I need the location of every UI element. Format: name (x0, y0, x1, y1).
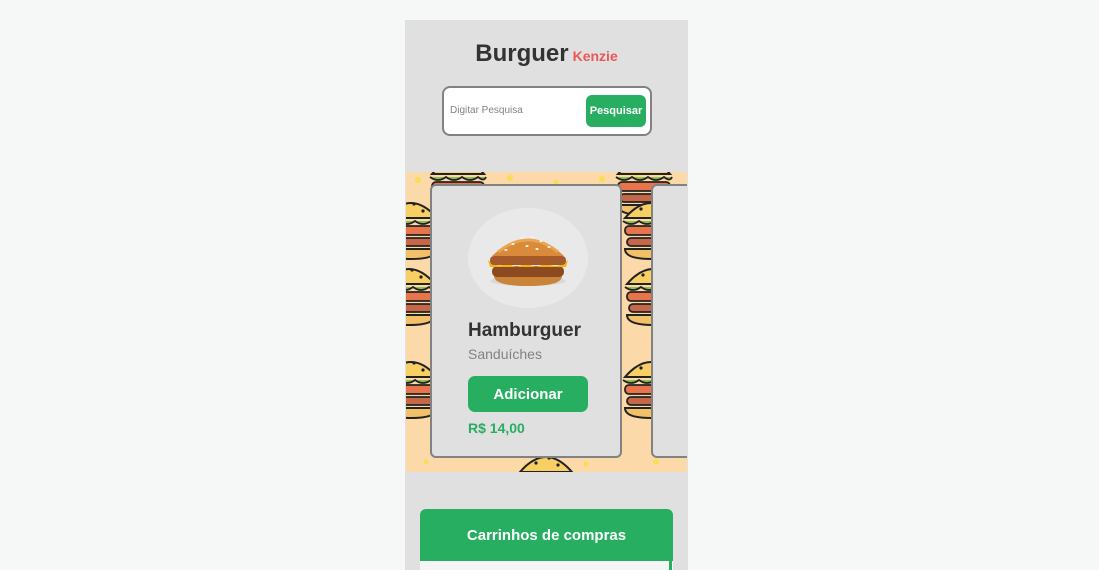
search-input[interactable] (450, 100, 578, 120)
product-card: Hamburguer Sanduíches Adicionar R$ 14,00 (430, 184, 622, 458)
brand-title: Burguer (475, 40, 569, 67)
add-to-cart-button[interactable]: Adicionar (468, 376, 588, 412)
brand-logo: Burguer Kenzie (405, 40, 688, 68)
product-name: Hamburguer (468, 320, 581, 341)
product-price: R$ 14,00 (468, 420, 525, 436)
search-button[interactable]: Pesquisar (586, 95, 646, 127)
brand-subtitle: Kenzie (572, 48, 618, 64)
product-category: Sanduíches (468, 346, 542, 362)
cart-body (420, 561, 673, 570)
cart-scrollbar[interactable] (669, 561, 672, 570)
burger-icon (488, 236, 568, 286)
product-card-partial (651, 184, 687, 458)
search-bar: Pesquisar (442, 86, 652, 136)
app-panel: BurguerKenzie Pesquisar (405, 20, 688, 570)
product-carousel[interactable]: Hamburguer Sanduíches Adicionar R$ 14,00 (406, 172, 687, 472)
cart-title: Carrinhos de compras (420, 509, 673, 561)
product-image (468, 208, 588, 308)
